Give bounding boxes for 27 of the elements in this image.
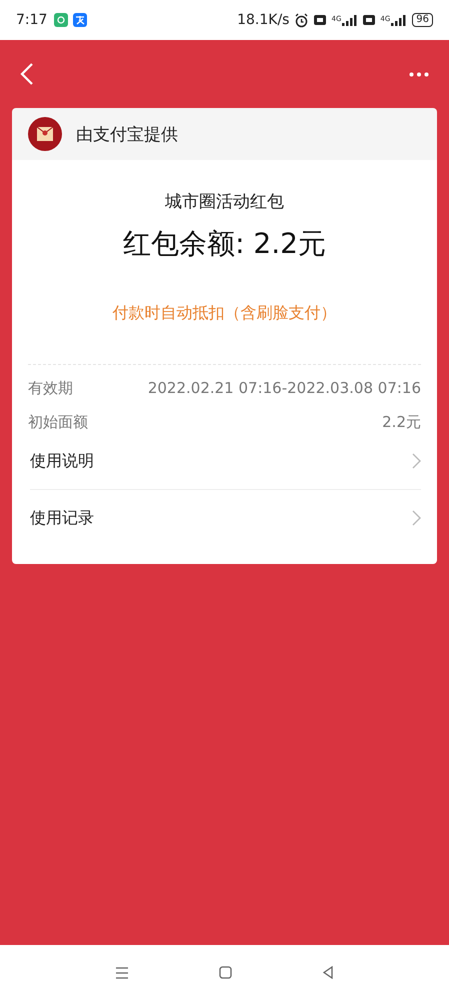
detail-label: 有效期 bbox=[28, 378, 73, 398]
network-speed: 18.1K/s bbox=[237, 12, 290, 28]
app-notification-icon bbox=[73, 13, 88, 27]
hd-icon bbox=[314, 15, 326, 25]
signal-icon bbox=[342, 14, 358, 26]
alarm-icon bbox=[294, 12, 310, 28]
envelope-title: 城市圈活动红包 bbox=[164, 191, 285, 213]
envelope-icon bbox=[28, 117, 62, 151]
detail-value: 2.2元 bbox=[382, 412, 421, 432]
detail-label: 初始面额 bbox=[28, 412, 88, 432]
provider-label: 由支付宝提供 bbox=[76, 124, 178, 146]
battery-level: 96 bbox=[412, 13, 433, 27]
status-time: 7:17 bbox=[16, 12, 48, 28]
home-icon[interactable] bbox=[219, 966, 232, 979]
back-icon[interactable] bbox=[322, 966, 334, 979]
more-icon[interactable] bbox=[409, 72, 429, 76]
balance-amount: 红包余额: 2.2元 bbox=[122, 226, 327, 262]
menu-row[interactable]: 使用说明 bbox=[30, 433, 421, 490]
signal-icon bbox=[391, 14, 408, 26]
menu-icon[interactable] bbox=[115, 966, 129, 978]
chevron-icon bbox=[412, 510, 421, 526]
app-notification-icon bbox=[54, 13, 68, 27]
menu-row[interactable]: 使用记录 bbox=[30, 490, 421, 546]
payment-note: 付款时自动抵扣（含刷脸支付） bbox=[112, 303, 338, 324]
detail-value: 2022.02.21 07:16-2022.03.08 07:16 bbox=[148, 379, 421, 397]
chevron-icon bbox=[412, 453, 421, 469]
hd-icon bbox=[363, 15, 376, 25]
